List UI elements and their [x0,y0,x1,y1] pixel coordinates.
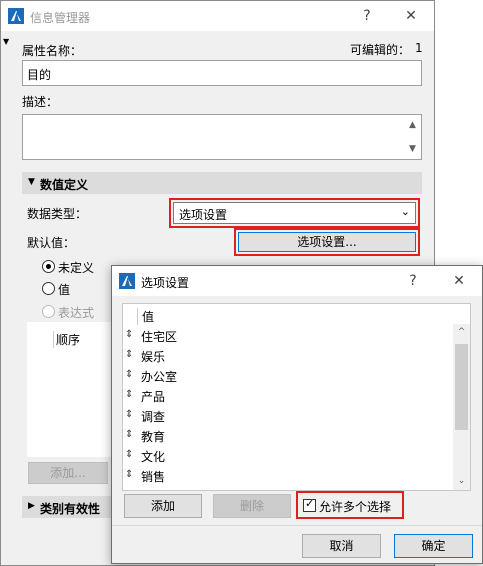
category-validity-title: 类别有效性 [40,502,101,516]
multi-select-label: 允许多个选择 [319,500,392,514]
app-logo-icon [8,8,24,24]
description-textarea[interactable]: ▲ ▼ [22,114,422,160]
value-definition-title: 数值定义 [40,178,89,192]
dialog-separator [112,525,482,526]
radio-value-label: 值 [58,283,71,297]
default-value-label: 默认值： [27,236,76,250]
scroll-down-icon[interactable]: ▼ [404,141,421,158]
value-column-header: 值 [137,308,154,325]
reorder-grip-icon[interactable]: ⇕ [125,349,133,360]
list-item-label: 办公室 [141,370,178,384]
list-item[interactable]: ⇕ 娱乐 [123,346,453,366]
list-item[interactable]: ⇕ 教育 [123,426,453,446]
data-type-select[interactable]: 选项设置 ⌄ [173,202,416,224]
dialog-help-button[interactable]: ? [398,269,428,293]
help-button[interactable]: ? [352,4,382,28]
dialog-titlebar: 选项设置 ? ✕ [112,266,482,296]
list-scroll-down-icon[interactable]: ⌄ [453,473,470,490]
property-name-label: 属性名称： [22,44,83,58]
property-name-value: 目的 [27,68,52,82]
option-settings-button[interactable]: 选项设置... [238,232,416,252]
editable-label: 可编辑的： [350,43,411,57]
reorder-grip-icon[interactable]: ⇕ [125,329,133,340]
list-scrollbar[interactable]: ^ ⌄ [453,324,470,490]
add-button[interactable]: 添加 [124,494,202,518]
list-item[interactable]: ⇕ 住宅区 [123,326,453,346]
category-validity-section[interactable]: ▶ 类别有效性 [22,496,117,518]
radio-value[interactable] [42,282,55,295]
expand-down-icon: ▼ [28,177,35,187]
ok-button[interactable]: 确定 [394,534,473,558]
add-value-button: 添加... [28,462,108,484]
dialog-logo-icon [119,273,135,289]
radio-expression [42,305,55,318]
close-button[interactable]: ✕ [396,4,426,28]
list-item-label: 教育 [141,430,166,444]
list-item-label: 销售 [141,470,166,484]
list-header: 值 [123,306,470,326]
list-item-label: 调查 [141,410,166,424]
main-window-title: 信息管理器 [30,11,91,25]
expand-right-icon: ▶ [28,501,35,511]
chevron-down-icon: ⌄ [400,205,410,218]
collapse-arrow-icon[interactable]: ▼ [3,37,9,46]
radio-expression-label: 表达式 [58,306,95,320]
value-list-panel[interactable]: 顺序 [27,322,117,457]
list-item-label: 住宅区 [141,330,178,344]
list-item[interactable]: ⇕ 调查 [123,406,453,426]
reorder-grip-icon[interactable]: ⇕ [125,449,133,460]
list-scroll-up-icon[interactable]: ^ [453,324,470,341]
editable-count: 1 [415,41,423,55]
checkmark-icon: ✓ [305,497,315,510]
list-item[interactable]: ⇕ 产品 [123,386,453,406]
list-item-label: 产品 [141,390,166,404]
value-definition-section[interactable]: ▼ 数值定义 [22,172,422,194]
list-item[interactable]: ⇕ 销售 [123,466,453,486]
reorder-grip-icon[interactable]: ⇕ [125,409,133,420]
dialog-close-button[interactable]: ✕ [444,269,474,293]
dialog-title: 选项设置 [141,276,190,290]
property-name-input[interactable]: 目的 [22,60,422,86]
data-type-value: 选项设置 [179,208,228,222]
radio-undefined-label: 未定义 [58,261,95,275]
list-item-label: 文化 [141,450,166,464]
main-titlebar: 信息管理器 ? ✕ [1,1,434,31]
radio-undefined[interactable] [42,260,55,273]
scroll-up-icon[interactable]: ▲ [404,117,421,134]
option-settings-dialog: 选项设置 ? ✕ 值 ⇕ 住宅区 ⇕ 娱乐 ⇕ 办公室 ⇕ 产品 ⇕ 调查 ⇕ 教育 ⇕ 文化 ⇕ 销售 ^ … [111,265,483,564]
list-item[interactable]: ⇕ 文化 [123,446,453,466]
reorder-grip-icon[interactable]: ⇕ [125,469,133,480]
reorder-grip-icon[interactable]: ⇕ [125,369,133,380]
list-item[interactable]: ⇕ 办公室 [123,366,453,386]
cancel-button[interactable]: 取消 [302,534,381,558]
data-type-label: 数据类型： [27,207,88,221]
reorder-grip-icon[interactable]: ⇕ [125,429,133,440]
option-list[interactable]: 值 ⇕ 住宅区 ⇕ 娱乐 ⇕ 办公室 ⇕ 产品 ⇕ 调查 ⇕ 教育 ⇕ 文化 ⇕ 销售 ^ ⌄ [122,303,471,491]
description-label: 描述： [22,95,59,109]
delete-button: 删除 [213,494,291,518]
list-item-label: 娱乐 [141,350,166,364]
list-scroll-thumb[interactable] [455,344,468,430]
order-column-header: 顺序 [53,331,80,348]
multi-select-checkbox[interactable]: ✓ [303,497,316,512]
reorder-grip-icon[interactable]: ⇕ [125,389,133,400]
